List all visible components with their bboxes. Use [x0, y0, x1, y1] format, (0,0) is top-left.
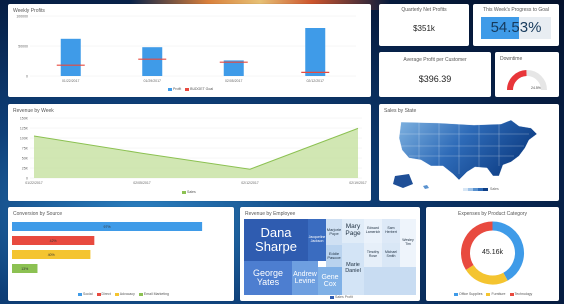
- conversion-by-source-card: Conversion by Source 97% 42% 40% 13% Social…: [8, 207, 234, 301]
- quarterly-net-profits-card: Quarterly Net Profits $351k: [379, 4, 469, 46]
- y-tick-label: 0: [26, 177, 28, 181]
- y-tick-label: 50000: [18, 45, 28, 49]
- legend-direct: Direct: [96, 292, 111, 296]
- legend-technology: Technology: [509, 292, 532, 296]
- profit-bar: [305, 28, 326, 76]
- treemap-cell-small: [364, 267, 416, 295]
- treemap-cell-jacqueline-jackson: Jacqueline Jackson: [308, 219, 326, 261]
- revenue-by-employee-card: Revenue by Employee Dana Sharpe George Y…: [240, 207, 420, 301]
- profit-bar: [60, 38, 81, 76]
- quarterly-net-profits-label: Quarterly Net Profits: [401, 7, 447, 13]
- expenses-card: Expenses by Product Category 45.16k Offi…: [426, 207, 559, 301]
- alaska-shape: [393, 174, 413, 188]
- conversion-by-source-chart: 97% 42% 40% 13%: [12, 222, 203, 273]
- downtime-card: Downtime 24.5%: [495, 52, 559, 97]
- treemap-cell-michael-smith: Michael Smith: [382, 243, 400, 267]
- y-tick-label: 100K: [20, 137, 29, 141]
- x-tick-label: 02/12/2017: [306, 79, 324, 83]
- treemap-cell-marjorie-pope: Marjorie Pope: [326, 219, 342, 245]
- avg-profit-card: Average Profit per Customer $396.39: [379, 52, 491, 97]
- weekly-profits-chart: 100000 50000 0 01/22/2017 01/29/2017 02/05/20…: [16, 15, 356, 83]
- us-map: [393, 119, 538, 191]
- legend-furniture: Furniture: [486, 292, 506, 296]
- sales-by-state-card: Sales by State Sales: [379, 104, 559, 201]
- revenue-by-week-legend: Sales: [182, 190, 196, 194]
- y-tick-label: 75K: [22, 147, 29, 151]
- treemap-cell-andrew-levine: Andrew Levine: [292, 261, 318, 295]
- progress-to-goal-value: 54.53%: [490, 19, 542, 36]
- treemap-cell-marie-daniel: Marie Daniel: [342, 243, 364, 295]
- legend-budget-goal: BUDGET Goal: [185, 87, 213, 91]
- avg-profit-label: Average Profit per Customer: [403, 57, 467, 63]
- revenue-by-employee-title: Revenue by Employee: [245, 211, 296, 217]
- progress-to-goal-bar: 54.53%: [481, 17, 551, 39]
- treemap-cell-dana-sharpe: Dana Sharpe: [244, 219, 308, 261]
- quarterly-net-profits-value: $351k: [413, 24, 435, 33]
- x-tick-label: 01/29/2017: [143, 79, 161, 83]
- legend-profit: Profit: [168, 87, 181, 91]
- y-tick-label: 50K: [22, 157, 29, 161]
- y-tick-label: 125K: [20, 127, 29, 131]
- legend-office-supplies: Office Supplies: [454, 292, 482, 296]
- treemap-cell-timothy-rose: Timothy Rose: [364, 243, 382, 267]
- conversion-bar-label: 97%: [104, 225, 111, 229]
- downtime-value: 24.5%: [531, 86, 541, 90]
- x-tick-label: 02/05/2017: [133, 181, 151, 185]
- weekly-profits-legend: Profit BUDGET Goal: [168, 87, 213, 91]
- x-tick-label: 01/22/2017: [62, 79, 80, 83]
- y-tick-label: 0: [26, 75, 28, 79]
- treemap-cell-gene-cox: Gene Cox: [318, 267, 342, 295]
- y-tick-label: 150K: [20, 117, 29, 121]
- hawaii-shape: [423, 185, 429, 189]
- revenue-by-week-chart: 150K 125K 100K 75K 50K 25K 001/22/2017 02/05/20…: [20, 117, 367, 186]
- treemap-cell-george-yates: George Yates: [244, 261, 292, 295]
- sales-by-state-legend: Sales: [490, 187, 499, 191]
- employee-legend: Sales Profit: [330, 295, 353, 299]
- conversion-bar-label: 42%: [50, 239, 57, 243]
- avg-profit-value: $396.39: [418, 74, 452, 84]
- x-tick-label: 02/19/2017: [349, 181, 367, 185]
- conversion-bar-label: 40%: [48, 253, 55, 257]
- donut-slice: [461, 221, 493, 270]
- donut-slice: [465, 264, 508, 285]
- legend-advocacy: Advocacy: [114, 292, 135, 296]
- x-tick-label: 02/05/2017: [225, 79, 243, 83]
- progress-to-goal-card: This Week's Progress to Goal 54.53%: [473, 4, 559, 46]
- profit-bar: [142, 47, 163, 76]
- conversion-bar-label: 13%: [21, 267, 28, 271]
- weekly-profits-card: Weekly Profits 100000 50000 0 01/22/2017 01/…: [8, 4, 371, 97]
- sales-area: [34, 128, 358, 178]
- x-tick-label: 02/12/2017: [241, 181, 259, 185]
- treemap-cell-sam-herbert: Sam Herbert: [382, 219, 400, 243]
- expenses-center-value: 45.16k: [481, 249, 504, 256]
- y-tick-label: 100000: [16, 15, 28, 19]
- treemap-cell-wesley-tim: Wesley Tim: [400, 219, 416, 267]
- map-color-scale: [463, 188, 488, 191]
- treemap-cell-eddie-pascoe: Eddie Pascoe: [326, 245, 342, 267]
- conversion-legend: Social Direct Advocacy Email Marketing: [78, 292, 169, 296]
- progress-to-goal-label: This Week's Progress to Goal: [483, 7, 549, 13]
- legend-email-marketing: Email Marketing: [138, 292, 169, 296]
- revenue-by-week-card: Revenue by Week 150K 125K 100K 75K 50K 25K 0 01…: [8, 104, 371, 201]
- legend-social: Social: [78, 292, 93, 296]
- us-mainland-shape: [398, 119, 538, 181]
- treemap-cell-edward-lamerich: Edward Lamerich: [364, 219, 382, 243]
- employee-treemap: Dana Sharpe George Yates Jacqueline Jack…: [244, 219, 416, 295]
- x-tick-label: 01/22/2017: [25, 181, 43, 185]
- legend-sales: Sales: [182, 190, 196, 194]
- expenses-legend: Office Supplies Furniture Technology: [454, 292, 532, 296]
- y-tick-label: 25K: [22, 167, 29, 171]
- gauge-fill: [507, 70, 527, 91]
- downtime-gauge: [507, 70, 547, 91]
- treemap-cell-mary-page: Mary Page: [342, 219, 364, 243]
